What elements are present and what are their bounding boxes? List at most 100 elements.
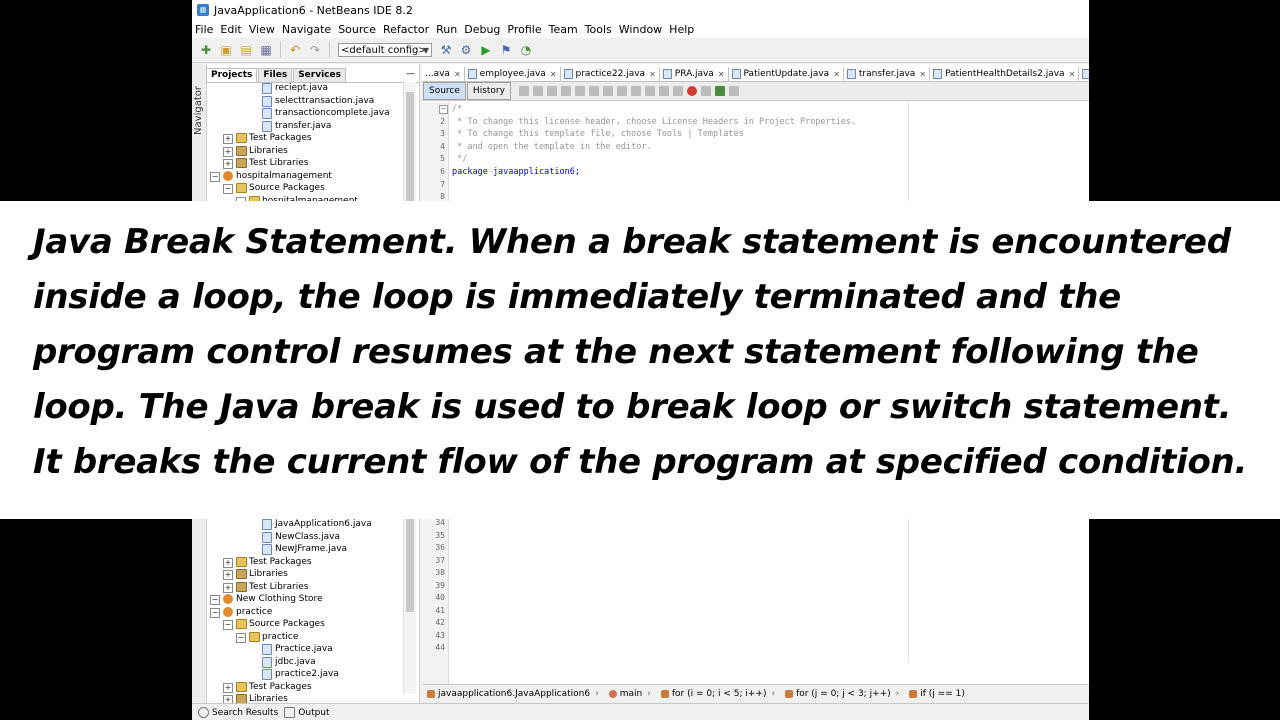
toggle-highlight-icon[interactable] <box>602 86 613 96</box>
tree-item[interactable]: transactioncomplete.java <box>206 107 406 120</box>
tree-item[interactable]: reciept.java <box>206 82 406 95</box>
run-icon[interactable]: ▶ <box>478 42 494 58</box>
expand-toggle-icon[interactable]: − <box>210 171 220 182</box>
menu-navigate[interactable]: Navigate <box>279 23 334 36</box>
save-all-icon[interactable]: ▦ <box>258 42 274 58</box>
expand-toggle-icon[interactable]: − <box>223 620 233 630</box>
profile-icon[interactable]: ◔ <box>518 42 534 58</box>
tree-item[interactable]: + Test Packages <box>206 132 406 145</box>
close-icon[interactable]: ✕ <box>1069 68 1076 81</box>
editor-tab[interactable]: transfer.java ✕ <box>844 67 931 81</box>
close-icon[interactable]: ✕ <box>718 68 725 81</box>
output-button[interactable]: Output <box>284 707 330 718</box>
uncomment-icon[interactable] <box>728 86 739 96</box>
menu-tools[interactable]: Tools <box>582 23 615 36</box>
last-edit-icon[interactable] <box>518 86 529 96</box>
new-project-icon[interactable]: ▣ <box>218 42 234 58</box>
expand-toggle-icon[interactable]: − <box>236 632 246 643</box>
shift-left-icon[interactable] <box>658 86 669 96</box>
tab-files[interactable]: Files <box>258 68 293 82</box>
close-icon[interactable]: ✕ <box>833 68 840 81</box>
tree-item[interactable]: transfer.java <box>206 120 406 133</box>
navigator-tab[interactable]: Navigator <box>193 86 204 135</box>
menu-refactor[interactable]: Refactor <box>380 23 432 36</box>
editor-tab[interactable]: PRA.java ✕ <box>660 67 729 81</box>
tree-item[interactable]: NewClass.java <box>206 531 406 544</box>
find-next-icon[interactable] <box>574 86 585 96</box>
redo-icon[interactable]: ↷ <box>307 42 323 58</box>
tab-history[interactable]: History <box>466 82 511 100</box>
tree-item[interactable]: + Test Packages <box>206 681 406 694</box>
expand-toggle-icon[interactable]: + <box>223 146 233 157</box>
tab-projects[interactable]: Projects <box>206 68 258 82</box>
clean-build-icon[interactable]: ⚙ <box>458 42 474 58</box>
tree-item[interactable]: − practice <box>206 606 406 619</box>
config-dropdown[interactable]: <default config> ▼ <box>338 43 432 57</box>
menu-edit[interactable]: Edit <box>217 23 244 36</box>
tab-source[interactable]: Source <box>423 82 466 100</box>
build-icon[interactable]: ⚒ <box>438 42 454 58</box>
expand-toggle-icon[interactable]: − <box>210 595 220 605</box>
breadcrumb-item[interactable]: if (j == 1) <box>904 689 970 699</box>
menu-team[interactable]: Team <box>546 23 581 36</box>
comment-icon[interactable] <box>714 86 725 96</box>
expand-toggle-icon[interactable]: − <box>223 184 233 194</box>
tree-item[interactable]: selecttransaction.java <box>206 95 406 108</box>
tree-item[interactable]: + Test Libraries <box>206 581 406 594</box>
toggle-bookmark-icon[interactable] <box>644 86 655 96</box>
tree-item[interactable]: NewJFrame.java <box>206 543 406 556</box>
editor-tab[interactable]: PatientHealthDetails2.java ✕ <box>930 67 1080 81</box>
editor-tab[interactable]: ReceiptPri <box>1079 67 1089 81</box>
expand-toggle-icon[interactable]: + <box>223 159 233 169</box>
expand-toggle-icon[interactable]: + <box>223 557 233 568</box>
editor-tab[interactable]: ...ava ✕ <box>422 67 465 81</box>
forward-icon[interactable] <box>546 86 557 96</box>
find-selection-icon[interactable] <box>588 86 599 96</box>
undo-icon[interactable]: ↶ <box>287 42 303 58</box>
expand-toggle-icon[interactable]: + <box>223 570 233 580</box>
tree-item[interactable]: + Libraries <box>206 568 406 581</box>
open-project-icon[interactable]: ▤ <box>238 42 254 58</box>
expand-toggle-icon[interactable]: + <box>223 582 233 593</box>
breadcrumb-item[interactable]: for (j = 0; j < 3; j++) › <box>780 689 904 699</box>
menu-window[interactable]: Window <box>616 23 665 36</box>
close-icon[interactable]: ✕ <box>649 68 656 81</box>
menu-file[interactable]: File <box>192 23 216 36</box>
editor-tab[interactable]: PatientUpdate.java ✕ <box>729 67 844 81</box>
menu-view[interactable]: View <box>246 23 278 36</box>
tree-item[interactable]: − Source Packages <box>206 182 406 195</box>
tree-item[interactable]: + Libraries <box>206 145 406 158</box>
editor-tab[interactable]: employee.java ✕ <box>465 67 561 81</box>
menu-run[interactable]: Run <box>433 23 460 36</box>
close-icon[interactable]: ✕ <box>919 68 926 81</box>
find-previous-icon[interactable] <box>560 86 571 96</box>
start-macro-icon[interactable] <box>686 86 697 96</box>
tree-item[interactable]: − hospitalmanagement <box>206 170 406 183</box>
shift-right-icon[interactable] <box>672 86 683 96</box>
debug-icon[interactable]: ⚑ <box>498 42 514 58</box>
close-icon[interactable]: ✕ <box>454 68 461 81</box>
minimize-icon[interactable]: — <box>406 68 419 82</box>
tree-item[interactable]: − practice <box>206 631 406 644</box>
menu-source[interactable]: Source <box>335 23 379 36</box>
expand-toggle-icon[interactable]: + <box>223 682 233 693</box>
expand-toggle-icon[interactable]: + <box>223 134 233 144</box>
close-icon[interactable]: ✕ <box>550 68 557 81</box>
breadcrumb-item[interactable]: javaapplication6.JavaApplication6 › <box>422 689 604 699</box>
tree-item[interactable]: − Source Packages <box>206 618 406 631</box>
menu-help[interactable]: Help <box>666 23 697 36</box>
breadcrumb-item[interactable]: for (i = 0; i < 5; i++) › <box>656 689 780 699</box>
next-bookmark-icon[interactable] <box>630 86 641 96</box>
new-file-icon[interactable]: ✚ <box>198 42 214 58</box>
fold-toggle-icon[interactable]: − <box>439 105 448 114</box>
stop-macro-icon[interactable] <box>700 86 711 96</box>
back-icon[interactable] <box>532 86 543 96</box>
editor-tab[interactable]: practice22.java ✕ <box>561 67 660 81</box>
search-results-button[interactable]: Search Results <box>198 707 278 718</box>
tree-item[interactable]: + Test Libraries <box>206 157 406 170</box>
expand-toggle-icon[interactable]: − <box>210 607 220 618</box>
previous-bookmark-icon[interactable] <box>616 86 627 96</box>
menu-profile[interactable]: Profile <box>504 23 544 36</box>
menu-debug[interactable]: Debug <box>461 23 503 36</box>
tree-item[interactable]: Practice.java <box>206 643 406 656</box>
